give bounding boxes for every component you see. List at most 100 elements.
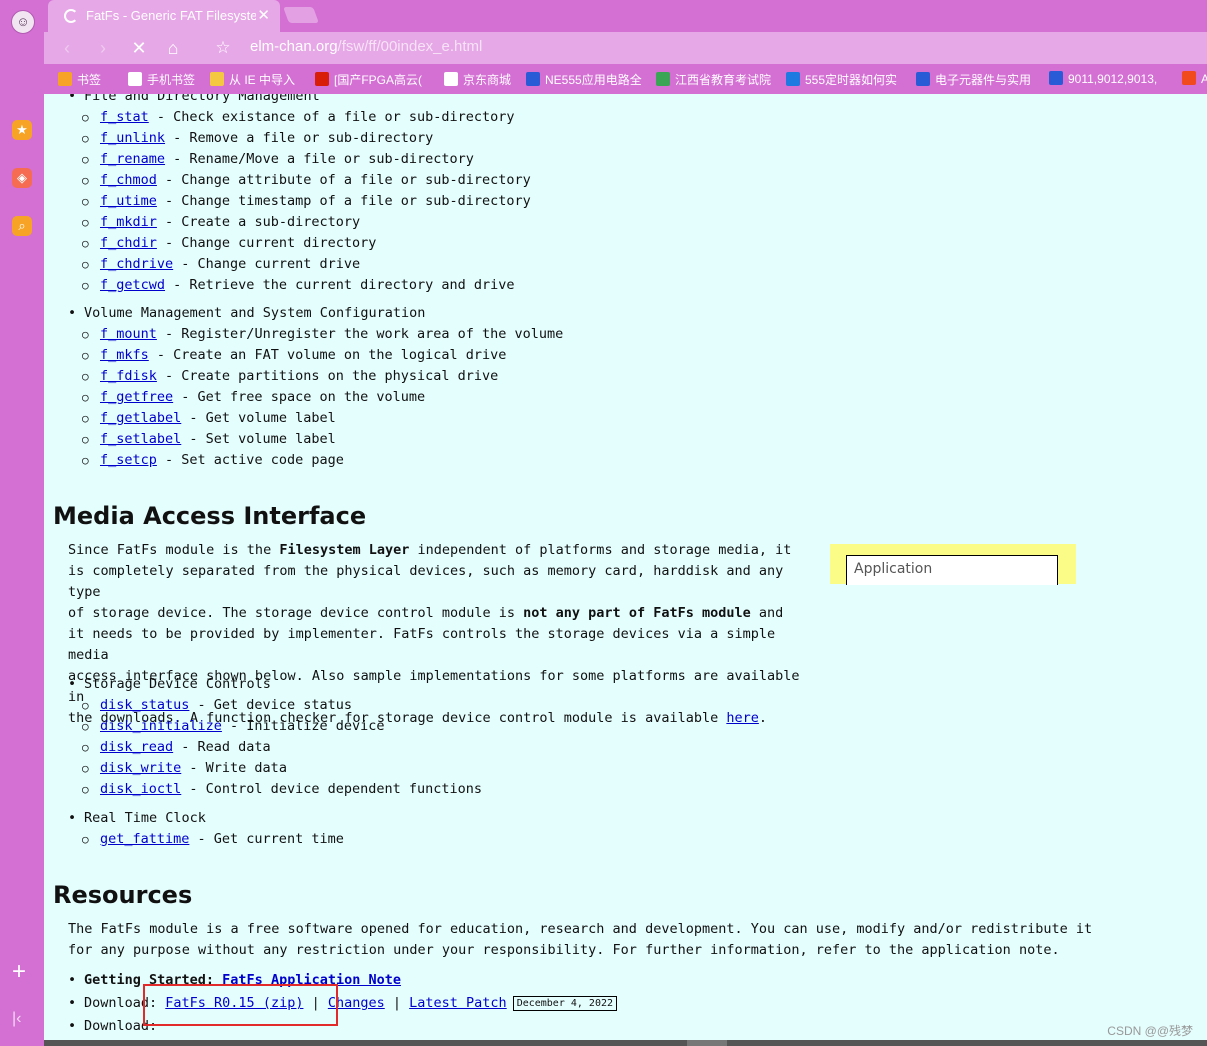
function-description: - Create a sub-directory	[156, 214, 361, 230]
bookmark-item[interactable]: 9011,9012,9013,	[1049, 71, 1157, 86]
function-link[interactable]: f_mount	[100, 326, 157, 342]
function-link[interactable]: f_fdisk	[100, 368, 157, 384]
function-link[interactable]: disk_status	[100, 697, 189, 713]
list-item: disk_initialize - Initialize device	[68, 716, 482, 737]
function-link[interactable]: disk_initialize	[100, 718, 222, 734]
function-description: - Get free space on the volume	[173, 389, 426, 405]
add-icon[interactable]: +	[12, 960, 26, 984]
function-link[interactable]: get_fattime	[100, 831, 189, 847]
function-link[interactable]: f_mkfs	[100, 347, 149, 363]
text: .	[758, 710, 767, 726]
favorites-icon[interactable]: ★	[12, 120, 32, 140]
text: and	[750, 605, 784, 621]
bookmark-favicon-icon	[656, 72, 670, 86]
bookmark-item[interactable]: 从 IE 中导入	[210, 71, 295, 88]
function-description: - Create an FAT volume on the logical dr…	[148, 347, 507, 363]
scrollbar-thumb[interactable]	[687, 1040, 727, 1046]
collapse-sidebar-icon[interactable]: |‹	[12, 1010, 21, 1028]
function-link[interactable]: f_setlabel	[100, 431, 181, 447]
sublist-container: f_stat - Check existance of a file or su…	[68, 107, 531, 296]
bookmark-item[interactable]: 书签	[58, 71, 101, 88]
function-link[interactable]: f_stat	[100, 109, 149, 125]
here-link[interactable]: here	[726, 710, 759, 726]
bookmark-favicon-icon	[444, 72, 458, 86]
loading-spinner-icon	[64, 9, 78, 23]
list-item: f_getlabel - Get volume label	[68, 408, 563, 429]
diagram-label: Application	[854, 561, 933, 577]
list-item: f_unlink - Remove a file or sub-director…	[68, 128, 531, 149]
volume-mgmt-sublist: f_mount - Register/Unregister the work a…	[68, 324, 563, 471]
function-link[interactable]: f_chdir	[100, 235, 157, 251]
function-link[interactable]: f_setcp	[100, 452, 157, 468]
address-bar[interactable]: elm-chan.org/fsw/ff/00index_e.html	[250, 38, 482, 55]
bookmark-item[interactable]: 京东商城	[444, 71, 511, 88]
sublist-container: disk_status - Get device statusdisk_init…	[68, 695, 482, 800]
media-section-title: Media Access Interface	[53, 502, 367, 530]
stop-button[interactable]: ✕	[128, 37, 150, 59]
bookmark-item[interactable]: NE555应用电路全	[526, 71, 642, 88]
function-link[interactable]: f_mkdir	[100, 214, 157, 230]
list-item: File and Directory Management	[68, 94, 531, 107]
function-link[interactable]: f_utime	[100, 193, 157, 209]
latest-patch-link[interactable]: Latest Patch	[409, 995, 507, 1011]
list-item: f_fdisk - Create partitions on the physi…	[68, 366, 563, 387]
active-tab[interactable]: FatFs - Generic FAT Filesyste ✕	[48, 0, 280, 32]
function-description: - Get current time	[189, 831, 344, 847]
bookmark-favicon-icon	[1182, 71, 1196, 85]
release-date-badge: December 4, 2022	[512, 996, 618, 1011]
search-icon[interactable]: ⌕	[12, 216, 32, 236]
function-description: - Create partitions on the physical driv…	[156, 368, 499, 384]
function-link[interactable]: f_getfree	[100, 389, 173, 405]
bookmark-item[interactable]: 手机书签	[128, 71, 195, 88]
function-link[interactable]: f_getcwd	[100, 277, 165, 293]
layer-diagram: Application	[830, 544, 1076, 585]
bookmark-favicon-icon	[786, 72, 800, 86]
home-button[interactable]: ⌂	[162, 37, 184, 59]
new-tab-button[interactable]	[283, 7, 319, 23]
bookmark-item[interactable]: 555定时器如何实	[786, 71, 897, 88]
bookmark-item[interactable]: [国产FPGA高云(	[315, 71, 422, 88]
function-link[interactable]: disk_read	[100, 739, 173, 755]
apps-icon[interactable]: ◈	[12, 168, 32, 188]
list-item: f_chdir - Change current directory	[68, 233, 531, 254]
user-avatar[interactable]: ☺	[11, 10, 35, 34]
bookmark-label: A	[1201, 72, 1207, 86]
bold-text: not any part of FatFs module	[523, 605, 751, 621]
function-description: - Initialize device	[221, 718, 385, 734]
function-link[interactable]: f_getlabel	[100, 410, 181, 426]
watermark: CSDN @@残梦	[1107, 1024, 1193, 1038]
bookmark-item[interactable]: 电子元器件与实用	[916, 71, 1031, 88]
list-item: f_getfree - Get free space on the volume	[68, 387, 563, 408]
function-link[interactable]: f_chmod	[100, 172, 157, 188]
function-link[interactable]: disk_write	[100, 760, 181, 776]
bookmark-favicon-icon	[128, 72, 142, 86]
back-button[interactable]: ‹	[56, 37, 78, 59]
function-link[interactable]: disk_ioctl	[100, 781, 181, 797]
bookmark-star-icon[interactable]: ☆	[212, 37, 234, 59]
function-description: - Change timestamp of a file or sub-dire…	[156, 193, 531, 209]
separator: |	[384, 995, 410, 1011]
bookmark-label: 京东商城	[463, 73, 512, 87]
bookmark-item[interactable]: 江西省教育考试院	[656, 71, 771, 88]
forward-button[interactable]: ›	[92, 37, 114, 59]
list-item: f_mkdir - Create a sub-directory	[68, 212, 531, 233]
list-item: Storage Device Controls	[68, 674, 482, 695]
bookmark-favicon-icon	[315, 72, 329, 86]
list-item: f_chdrive - Change current drive	[68, 254, 531, 275]
function-link[interactable]: f_rename	[100, 151, 165, 167]
section-heading: Real Time Clock	[84, 810, 206, 826]
section-heading: Storage Device Controls	[84, 676, 271, 692]
horizontal-scrollbar[interactable]	[44, 1040, 1207, 1046]
bookmark-favicon-icon	[526, 72, 540, 86]
function-description: - Set active code page	[156, 452, 344, 468]
function-link[interactable]: f_chdrive	[100, 256, 173, 272]
function-link[interactable]: f_unlink	[100, 130, 165, 146]
bookmark-label: 9011,9012,9013,	[1068, 72, 1158, 86]
list-item: f_getcwd - Retrieve the current director…	[68, 275, 531, 296]
close-tab-icon[interactable]: ✕	[257, 6, 270, 24]
bookmark-label: 手机书签	[147, 73, 196, 87]
tab-title: FatFs - Generic FAT Filesyste	[86, 8, 256, 23]
list-item: f_utime - Change timestamp of a file or …	[68, 191, 531, 212]
bookmark-item[interactable]: A	[1182, 71, 1207, 86]
rtc-list: Real Time Clock get_fattime - Get curren…	[68, 808, 344, 850]
